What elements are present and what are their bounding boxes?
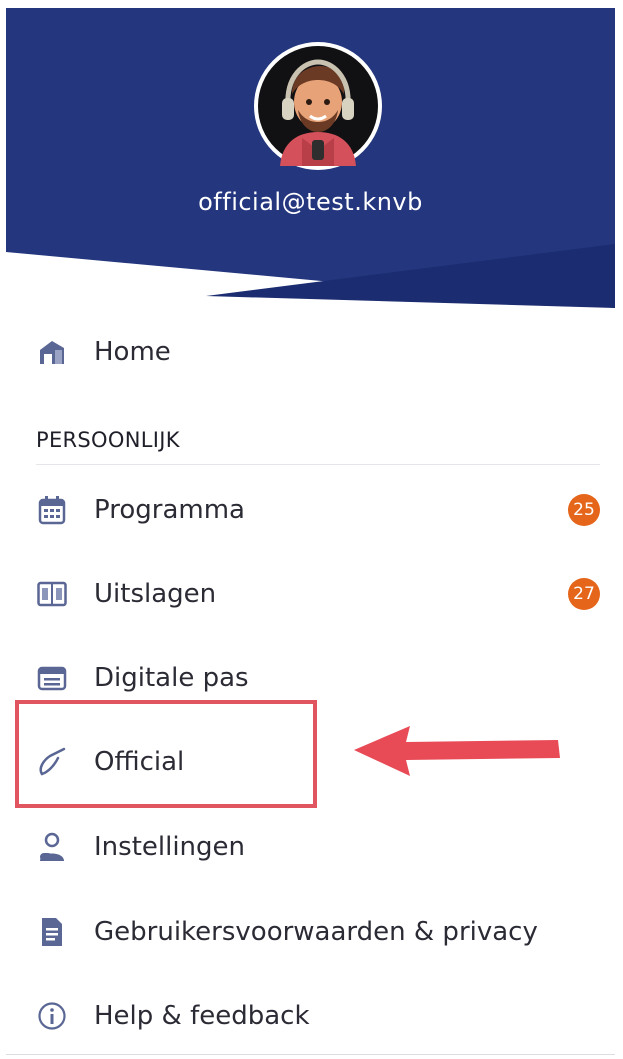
menu-item-gebruikersvoorwaarden[interactable]: Gebruikersvoorwaarden & privacy <box>36 910 538 954</box>
avatar-image <box>258 46 378 166</box>
menu-item-label: Programma <box>94 495 245 525</box>
menu-item-label: Home <box>94 337 171 367</box>
menu-item-label: Instellingen <box>94 832 246 862</box>
user-email: official@test.knvb <box>198 188 423 216</box>
profile-header: official@test.knvb <box>6 8 615 308</box>
bottom-divider <box>6 1054 615 1055</box>
calendar-icon <box>36 494 68 526</box>
menu-item-label: Gebruikersvoorwaarden & privacy <box>94 917 538 947</box>
highlight-box <box>15 700 317 808</box>
home-icon <box>36 336 68 368</box>
scoreboard-icon <box>36 578 68 610</box>
pointer-arrow-icon <box>354 726 560 776</box>
card-icon <box>36 662 68 694</box>
section-title-persoonlijk: PERSOONLIJK <box>36 428 180 452</box>
menu-item-help[interactable]: Help & feedback <box>36 994 310 1038</box>
document-icon <box>36 916 68 948</box>
menu-item-uitslagen[interactable]: Uitslagen <box>36 572 216 616</box>
menu-item-programma[interactable]: Programma <box>36 488 245 532</box>
menu-item-home[interactable]: Home <box>36 330 171 374</box>
menu-item-label: Uitslagen <box>94 579 217 609</box>
info-icon <box>36 1000 68 1032</box>
programma-count-badge: 25 <box>568 494 600 526</box>
menu-item-label: Digitale pas <box>94 663 249 693</box>
user-icon <box>36 831 68 863</box>
menu-item-label: Help & feedback <box>94 1001 310 1031</box>
uitslagen-count-badge: 27 <box>568 578 600 610</box>
menu-item-instellingen[interactable]: Instellingen <box>36 825 245 869</box>
menu-item-digitale-pas[interactable]: Digitale pas <box>36 656 249 700</box>
avatar[interactable] <box>254 42 382 170</box>
section-divider <box>36 464 600 465</box>
